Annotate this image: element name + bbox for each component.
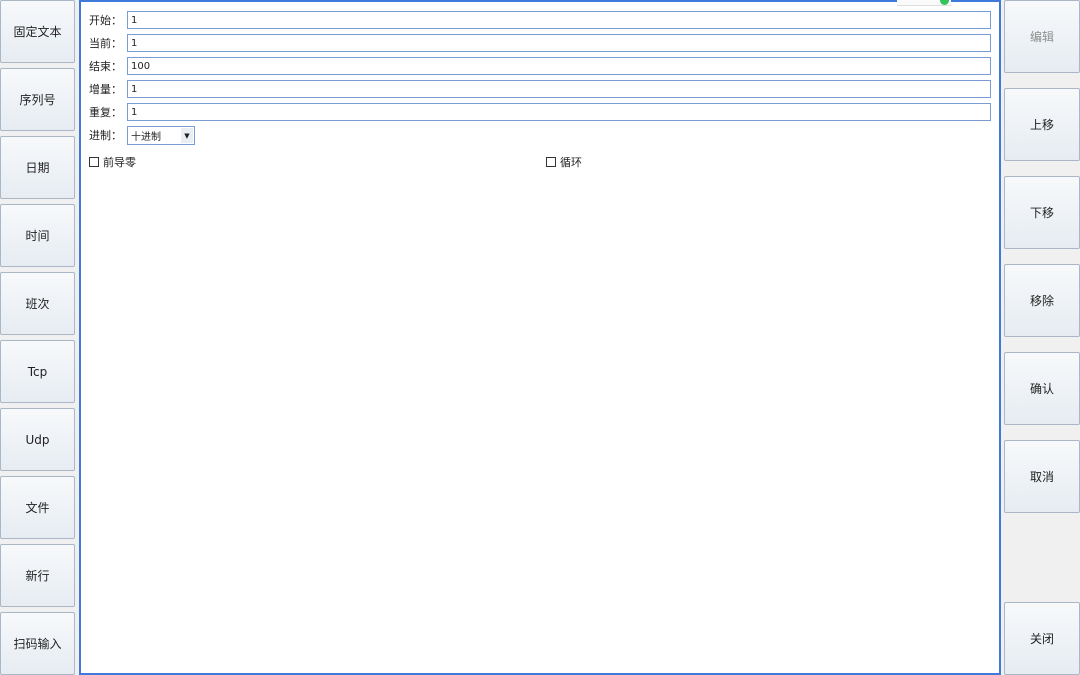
current-label: 当前：: [89, 37, 122, 50]
confirm-button[interactable]: 确认: [1004, 352, 1080, 425]
end-field[interactable]: [127, 57, 991, 75]
increment-field[interactable]: [127, 80, 991, 98]
fixed-text-button[interactable]: 固定文本: [0, 0, 75, 63]
shift-button[interactable]: 班次: [0, 272, 75, 335]
current-field[interactable]: [127, 34, 991, 52]
dropdown-arrow-icon[interactable]: ▼: [181, 128, 193, 143]
start-field[interactable]: [127, 11, 991, 29]
repeat-label: 重复：: [89, 106, 122, 119]
increment-label: 增量：: [89, 83, 122, 96]
repeat-row: 重复：: [89, 102, 127, 122]
move-up-button[interactable]: 上移: [1004, 88, 1080, 161]
udp-button[interactable]: Udp: [0, 408, 75, 471]
tcp-button[interactable]: Tcp: [0, 340, 75, 403]
cancel-button[interactable]: 取消: [1004, 440, 1080, 513]
radix-select[interactable]: 十进制 ▼: [127, 126, 195, 145]
start-label: 开始：: [89, 14, 122, 27]
new-line-button[interactable]: 新行: [0, 544, 75, 607]
loop-label: 循环: [560, 156, 582, 169]
leading-zero-checkbox[interactable]: 前导零: [89, 154, 136, 170]
serial-number-settings-panel: 开始： 当前： 结束： 增量： 重复： 进制： 十进制 ▼ 前导零 循环: [79, 0, 1001, 675]
current-row: 当前：: [89, 33, 127, 53]
scan-input-button[interactable]: 扫码输入: [0, 612, 75, 675]
date-button[interactable]: 日期: [0, 136, 75, 199]
serial-number-button[interactable]: 序列号: [0, 68, 75, 131]
remove-button[interactable]: 移除: [1004, 264, 1080, 337]
close-button[interactable]: 关闭: [1004, 602, 1080, 675]
checkbox-icon[interactable]: [89, 157, 99, 167]
move-down-button[interactable]: 下移: [1004, 176, 1080, 249]
start-row: 开始：: [89, 10, 127, 30]
file-button[interactable]: 文件: [0, 476, 75, 539]
time-button[interactable]: 时间: [0, 204, 75, 267]
radix-row: 进制：: [89, 125, 127, 145]
checkbox-icon[interactable]: [546, 157, 556, 167]
edit-button[interactable]: 编辑: [1004, 0, 1080, 73]
loop-checkbox[interactable]: 循环: [546, 154, 582, 170]
radix-selected-value: 十进制: [131, 132, 161, 143]
end-label: 结束：: [89, 60, 122, 73]
radix-label: 进制：: [89, 129, 122, 142]
leading-zero-label: 前导零: [103, 156, 136, 169]
repeat-field[interactable]: [127, 103, 991, 121]
increment-row: 增量：: [89, 79, 127, 99]
end-row: 结束：: [89, 56, 127, 76]
